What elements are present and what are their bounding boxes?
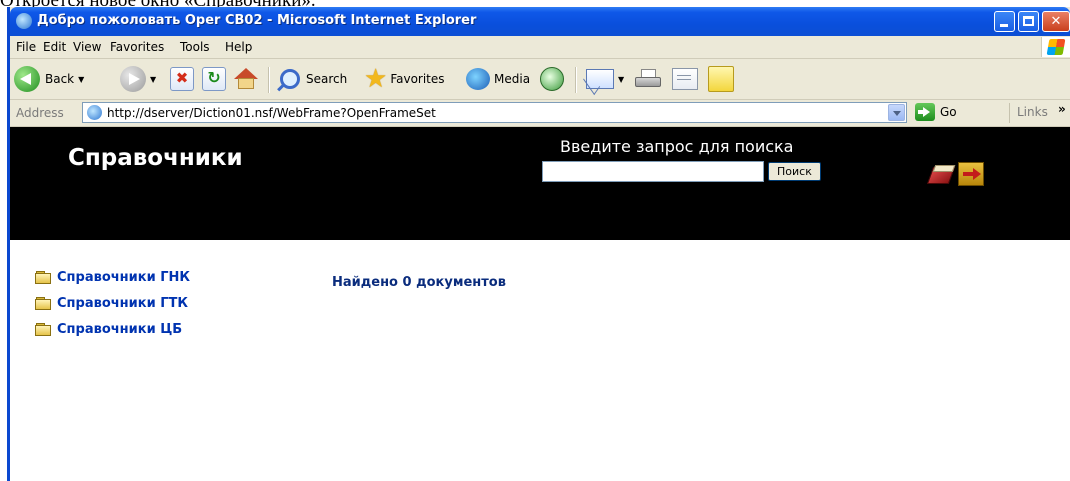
browser-window: Добро пожоловать Oper CB02 - Microsoft I…	[7, 7, 1070, 481]
home-icon	[234, 68, 258, 90]
exit-door-icon[interactable]	[958, 162, 984, 186]
print-button[interactable]	[635, 64, 661, 94]
windows-flag-icon	[1046, 39, 1066, 55]
printer-icon	[635, 69, 661, 89]
back-button[interactable]: Back ▼	[14, 64, 84, 94]
nav-item-gnk[interactable]: Справочники ГНК	[35, 270, 190, 285]
mail-button[interactable]: ▼	[586, 64, 624, 94]
address-bar: Address http://dserver/Diction01.nsf/Web…	[10, 100, 1070, 127]
media-icon	[466, 68, 490, 90]
windows-logo	[1041, 37, 1070, 57]
links-chevron-icon[interactable]: »	[1058, 102, 1066, 116]
close-icon: ✕	[1050, 14, 1062, 29]
address-field[interactable]: http://dserver/Diction01.nsf/WebFrame?Op…	[82, 102, 907, 123]
menu-edit[interactable]: Edit	[43, 40, 66, 54]
search-button[interactable]: Поиск	[768, 162, 821, 181]
back-dropdown-icon[interactable]: ▼	[78, 75, 84, 84]
menu-help[interactable]: Help	[225, 40, 252, 54]
toolbar-separator	[268, 67, 269, 93]
close-button[interactable]: ✕	[1042, 11, 1070, 32]
toolbar-separator	[575, 67, 576, 93]
history-button[interactable]	[540, 64, 564, 94]
nav-label-gnk[interactable]: Справочники ГНК	[57, 270, 190, 285]
note-icon	[708, 66, 734, 92]
ie-icon	[16, 13, 32, 29]
search-icon	[280, 69, 300, 89]
history-icon	[540, 67, 564, 91]
messenger-button[interactable]	[708, 64, 734, 94]
results-count: Найдено 0 документов	[332, 275, 506, 290]
back-arrow-icon	[14, 66, 40, 92]
go-label: Go	[940, 105, 957, 119]
back-label: Back	[45, 72, 75, 86]
refresh-icon	[202, 67, 226, 91]
menu-tools[interactable]: Tools	[180, 40, 210, 54]
page-content: Справочники Введите запрос для поиска По…	[10, 127, 1070, 481]
forward-arrow-icon	[120, 66, 146, 92]
search-label: Search	[306, 72, 348, 86]
menu-bar: File Edit View Favorites Tools Help	[10, 36, 1070, 59]
menu-file[interactable]: File	[16, 40, 36, 54]
book-icon[interactable]	[926, 163, 956, 185]
nav-item-cb[interactable]: Справочники ЦБ	[35, 322, 182, 337]
edit-button[interactable]	[672, 64, 698, 94]
address-label: Address	[16, 106, 64, 120]
minimize-icon	[1000, 24, 1008, 27]
forward-dropdown-icon[interactable]: ▼	[150, 75, 156, 84]
stop-icon	[170, 67, 194, 91]
page-icon	[87, 105, 102, 120]
address-url[interactable]: http://dserver/Diction01.nsf/WebFrame?Op…	[107, 106, 436, 120]
title-bar[interactable]: Добро пожоловать Oper CB02 - Microsoft I…	[10, 7, 1070, 36]
mail-icon	[586, 69, 614, 89]
search-caption: Введите запрос для поиска	[560, 137, 794, 156]
mail-dropdown-icon[interactable]: ▼	[618, 75, 624, 84]
nav-label-gtk[interactable]: Справочники ГТК	[57, 296, 188, 311]
nav-item-gtk[interactable]: Справочники ГТК	[35, 296, 188, 311]
toolbar: Back ▼ ▼ Search ★ Favorites Media ▼	[10, 59, 1070, 100]
folder-icon	[35, 322, 52, 337]
search-toolbar-button[interactable]: Search	[280, 64, 347, 94]
page-title: Справочники	[68, 145, 243, 171]
favorites-label: Favorites	[390, 72, 445, 86]
forward-button[interactable]: ▼	[120, 64, 156, 94]
folder-icon	[35, 296, 52, 311]
links-separator	[1009, 103, 1010, 123]
favorites-button[interactable]: ★ Favorites	[364, 64, 445, 94]
maximize-icon	[1023, 16, 1034, 26]
menu-favorites[interactable]: Favorites	[110, 40, 164, 54]
star-icon: ★	[364, 64, 388, 94]
links-button[interactable]: Links	[1017, 105, 1048, 119]
minimize-button[interactable]	[994, 11, 1015, 32]
refresh-button[interactable]	[202, 64, 226, 94]
window-title: Добро пожоловать Oper CB02 - Microsoft I…	[37, 13, 477, 28]
nav-label-cb[interactable]: Справочники ЦБ	[57, 322, 182, 337]
maximize-button[interactable]	[1018, 11, 1039, 32]
media-label: Media	[494, 72, 531, 86]
media-button[interactable]: Media	[466, 64, 530, 94]
stop-button[interactable]	[170, 64, 194, 94]
folder-icon	[35, 270, 52, 285]
go-button[interactable]: Go	[915, 103, 957, 121]
address-dropdown-icon[interactable]	[888, 104, 905, 121]
go-arrow-icon	[915, 103, 935, 121]
edit-page-icon	[672, 68, 698, 90]
menu-view[interactable]: View	[73, 40, 101, 54]
home-button[interactable]	[234, 64, 258, 94]
search-input[interactable]	[542, 161, 764, 182]
page-header: Справочники Введите запрос для поиска По…	[10, 127, 1070, 240]
